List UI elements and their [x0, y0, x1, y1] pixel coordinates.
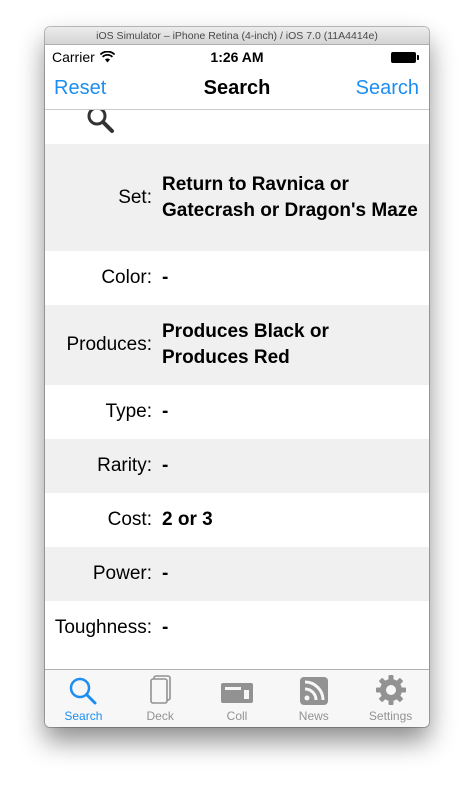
- window-title: iOS Simulator – iPhone Retina (4-inch) /…: [45, 27, 429, 45]
- tab-deck[interactable]: Deck: [122, 670, 199, 727]
- tab-label: News: [298, 709, 329, 723]
- tab-label: Coll: [226, 709, 248, 723]
- deck-icon: [150, 675, 171, 704]
- criteria-value: Return to Ravnica or Gatecrash or Dragon…: [162, 173, 418, 221]
- tab-search[interactable]: Search: [45, 670, 122, 727]
- criteria-label: Power:: [92, 563, 152, 584]
- tab-collection[interactable]: Coll: [199, 670, 276, 727]
- simulator-window: iOS Simulator – iPhone Retina (4-inch) /…: [45, 27, 429, 727]
- tab-label: Settings: [368, 709, 413, 723]
- magnifier-icon[interactable]: [85, 110, 117, 136]
- criteria-value: Produces Black or Produces Red: [162, 321, 329, 368]
- collection-icon: [220, 683, 253, 703]
- criteria-value: -: [162, 617, 169, 638]
- battery-icon: [391, 52, 419, 63]
- rss-icon: [299, 677, 328, 705]
- criteria-label: Produces:: [66, 334, 152, 355]
- criteria-row-produces[interactable]: Produces: Produces Black or Produces Red: [45, 305, 429, 385]
- criteria-row-cost[interactable]: Cost: 2 or 3: [45, 493, 429, 547]
- criteria-label: Set:: [118, 186, 152, 208]
- criteria-value: -: [162, 267, 169, 288]
- criteria-row-type[interactable]: Type: -: [45, 385, 429, 439]
- criteria-row-color[interactable]: Color: -: [45, 251, 429, 305]
- gear-icon: [375, 675, 406, 705]
- tab-settings[interactable]: Settings: [352, 670, 429, 727]
- search-criteria-list: Set: Return to Ravnica or Gatecrash or D…: [45, 110, 429, 654]
- search-header-row: [45, 110, 429, 144]
- tab-label: Deck: [146, 709, 174, 723]
- tab-bar: Search Deck Coll News Settings: [45, 669, 429, 727]
- criteria-row-power[interactable]: Power: -: [45, 547, 429, 601]
- tab-label: Search: [64, 709, 103, 723]
- criteria-value: -: [162, 563, 169, 584]
- status-bar: Carrier 1:26 AM: [45, 45, 429, 69]
- tab-news[interactable]: News: [275, 670, 352, 727]
- criteria-row-toughness[interactable]: Toughness: -: [45, 601, 429, 654]
- search-button[interactable]: Search: [356, 77, 419, 100]
- navigation-bar: Reset Search Search: [45, 69, 429, 110]
- criteria-label: Type:: [105, 401, 152, 422]
- criteria-label: Toughness:: [54, 617, 152, 638]
- status-time: 1:26 AM: [210, 49, 264, 65]
- criteria-value: -: [162, 455, 169, 476]
- criteria-value: 2 or 3: [162, 509, 213, 530]
- criteria-label: Rarity:: [97, 455, 152, 476]
- criteria-row-rarity[interactable]: Rarity: -: [45, 439, 429, 493]
- criteria-row-set[interactable]: Set: Return to Ravnica or Gatecrash or D…: [45, 144, 429, 251]
- criteria-value: -: [162, 401, 169, 422]
- criteria-label: Cost:: [107, 509, 152, 530]
- search-icon: [70, 677, 97, 705]
- criteria-label: Color:: [101, 267, 152, 288]
